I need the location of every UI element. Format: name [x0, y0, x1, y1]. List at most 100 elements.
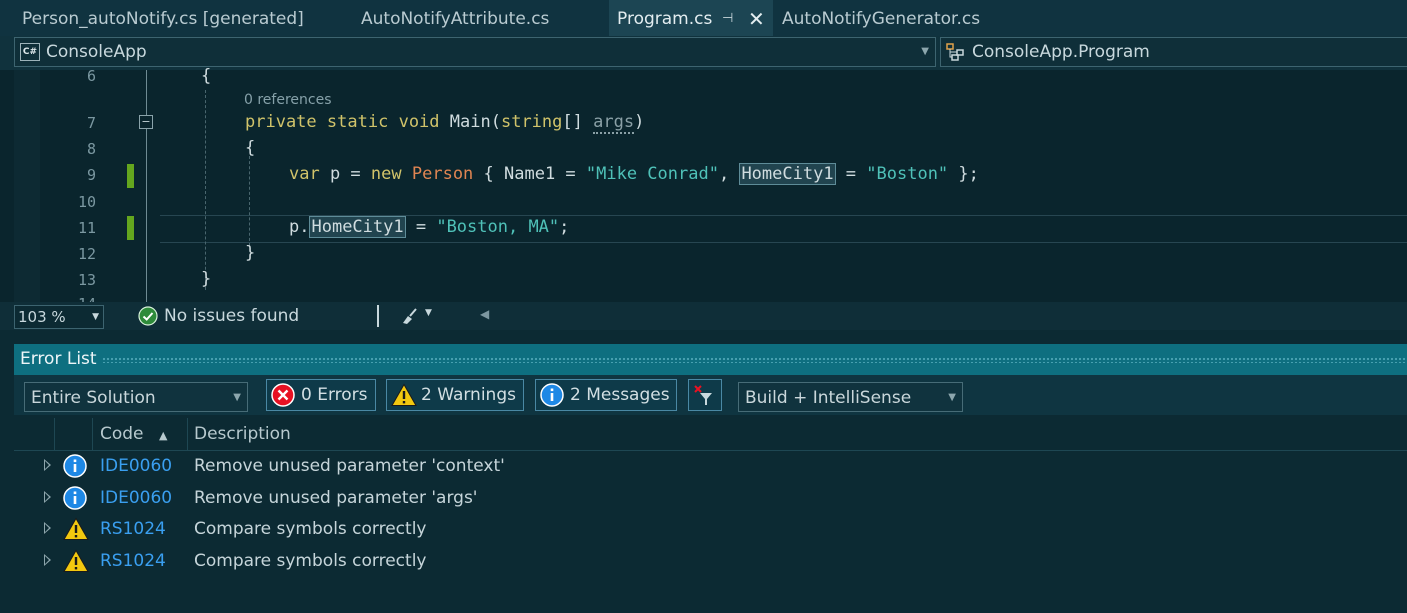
column-header-label: Code — [100, 424, 144, 444]
scope-filter-dropdown[interactable]: Entire Solution ▼ — [24, 382, 248, 412]
zoom-value: 103 % — [18, 308, 66, 326]
issues-status[interactable]: No issues found — [164, 306, 299, 326]
check-circle-icon — [138, 306, 158, 326]
chevron-down-icon: ▼ — [233, 392, 241, 403]
highlighted-reference: HomeCity1 — [309, 216, 406, 238]
messages-filter-button[interactable]: 2 Messages — [535, 379, 677, 411]
pin-icon[interactable]: ⊣ — [722, 0, 733, 38]
clear-filter-button[interactable] — [688, 379, 722, 411]
column-separator — [54, 418, 55, 450]
grip-pattern — [102, 357, 1407, 363]
warnings-count: 2 Warnings — [421, 385, 516, 405]
diagnostic-description: Compare symbols correctly — [194, 551, 427, 571]
table-row[interactable]: RS1024 Compare symbols correctly — [14, 546, 1407, 577]
diagnostic-description: Compare symbols correctly — [194, 519, 427, 539]
chevron-down-icon: ▼ — [948, 392, 956, 403]
info-icon — [63, 486, 87, 510]
highlighted-reference: HomeCity1 — [739, 163, 836, 185]
code-line-11: p. HomeCity1 = "Boston, MA"; — [289, 216, 570, 238]
tab-label: AutoNotifyGenerator.cs — [782, 9, 981, 29]
project-dropdown[interactable]: C# ConsoleApp ▼ — [14, 37, 936, 67]
tab-label: AutoNotifyAttribute.cs — [361, 9, 550, 29]
scroll-left-icon[interactable]: ◀ — [480, 307, 489, 321]
table-row[interactable]: IDE0060 Remove unused parameter 'args' — [14, 483, 1407, 514]
line-number: 6 — [86, 67, 96, 85]
info-icon — [63, 454, 87, 478]
filter-clear-icon — [694, 385, 712, 405]
diagnostic-code-link[interactable]: IDE0060 — [100, 483, 172, 514]
line-number: 11 — [77, 219, 96, 237]
messages-count: 2 Messages — [570, 385, 670, 405]
code-line-8: { — [245, 138, 256, 158]
project-name: ConsoleApp — [46, 42, 147, 62]
expand-icon[interactable] — [44, 522, 51, 534]
tab-autonotify-attribute[interactable]: AutoNotifyAttribute.cs — [340, 0, 608, 36]
column-header-label: Description — [194, 424, 291, 444]
chevron-down-icon: ▼ — [92, 312, 99, 322]
column-header-code[interactable]: Code ▲ — [100, 418, 167, 450]
build-filter-value: Build + IntelliSense — [745, 388, 912, 408]
editor-status-bar: 103 % ▼ No issues found ▼ ◀ — [0, 302, 1407, 330]
error-list-title-bar[interactable]: Error List — [14, 344, 1407, 375]
line-number: 14 — [40, 295, 96, 302]
table-row[interactable]: IDE0060 Remove unused parameter 'context… — [14, 451, 1407, 482]
column-separator — [187, 418, 188, 450]
chevron-down-icon[interactable]: ▼ — [425, 308, 432, 318]
close-icon[interactable]: ✕ — [748, 0, 765, 38]
indent-guide — [205, 90, 206, 290]
outline-line — [146, 129, 147, 302]
tab-label: Person_autoNotify.cs [generated] — [22, 9, 304, 29]
type-scope-dropdown[interactable]: ConsoleApp.Program — [940, 37, 1407, 67]
csharp-project-icon: C# — [20, 43, 40, 61]
scope-filter-value: Entire Solution — [31, 388, 156, 408]
change-indicator — [127, 216, 134, 240]
code-cleanup-brush-icon[interactable] — [400, 307, 420, 325]
line-number: 7 — [86, 114, 96, 132]
warning-icon — [63, 517, 89, 540]
tab-program[interactable]: Program.cs ⊣ ✕ — [609, 0, 773, 36]
diagnostic-code-link[interactable]: RS1024 — [100, 514, 166, 545]
code-editor[interactable]: 6 7 8 9 10 11 12 13 14 − 0 references { … — [0, 66, 1407, 302]
info-icon — [540, 383, 564, 407]
table-row[interactable]: RS1024 Compare symbols correctly — [14, 514, 1407, 545]
outline-line — [146, 70, 147, 116]
column-header-description[interactable]: Description — [194, 418, 291, 450]
error-list-toolbar: Entire Solution ▼ 0 Errors 2 Warnings 2 … — [14, 375, 1407, 415]
code-line-9: var p = new Person { Name1 = "Mike Conra… — [289, 163, 979, 185]
sort-ascending-icon: ▲ — [158, 429, 168, 442]
error-icon — [271, 383, 295, 407]
build-filter-dropdown[interactable]: Build + IntelliSense ▼ — [738, 382, 963, 412]
code-line-6: { — [201, 66, 212, 86]
tab-person-autonotify[interactable]: Person_autoNotify.cs [generated] — [0, 0, 340, 36]
line-number: 13 — [77, 271, 96, 289]
errors-count: 0 Errors — [301, 385, 368, 405]
warnings-filter-button[interactable]: 2 Warnings — [386, 379, 524, 411]
expand-icon[interactable] — [44, 459, 51, 471]
diagnostic-code-link[interactable]: IDE0060 — [100, 451, 172, 482]
diagnostic-description: Remove unused parameter 'args' — [194, 488, 478, 508]
unused-parameter: args — [593, 112, 635, 134]
tab-label: Program.cs — [617, 9, 713, 29]
code-line-7: private static void Main(string[] args) — [245, 112, 645, 134]
errors-filter-button[interactable]: 0 Errors — [266, 379, 376, 411]
navigation-bar: C# ConsoleApp ▼ ConsoleApp.Program — [0, 36, 1407, 70]
code-line-13: } — [201, 269, 212, 289]
scope-name: ConsoleApp.Program — [972, 42, 1150, 62]
warning-icon — [63, 549, 89, 572]
line-number: 12 — [77, 245, 96, 263]
document-tab-bar: Person_autoNotify.cs [generated] AutoNot… — [0, 0, 1407, 36]
line-number: 9 — [86, 166, 96, 184]
editor-margin — [14, 70, 40, 302]
expand-icon[interactable] — [44, 491, 51, 503]
code-line-12: } — [245, 243, 256, 263]
divider — [377, 305, 379, 327]
expand-icon[interactable] — [44, 554, 51, 566]
panel-title: Error List — [20, 349, 97, 369]
diagnostic-code-link[interactable]: RS1024 — [100, 546, 166, 577]
column-separator — [92, 418, 93, 450]
tab-autonotify-generator[interactable]: AutoNotifyGenerator.cs — [774, 0, 1014, 36]
collapse-icon[interactable]: − — [139, 115, 153, 129]
error-list-header: Code ▲ Description — [14, 418, 1407, 451]
zoom-dropdown[interactable]: 103 % ▼ — [14, 305, 104, 329]
code-lens-references[interactable]: 0 references — [244, 92, 332, 108]
